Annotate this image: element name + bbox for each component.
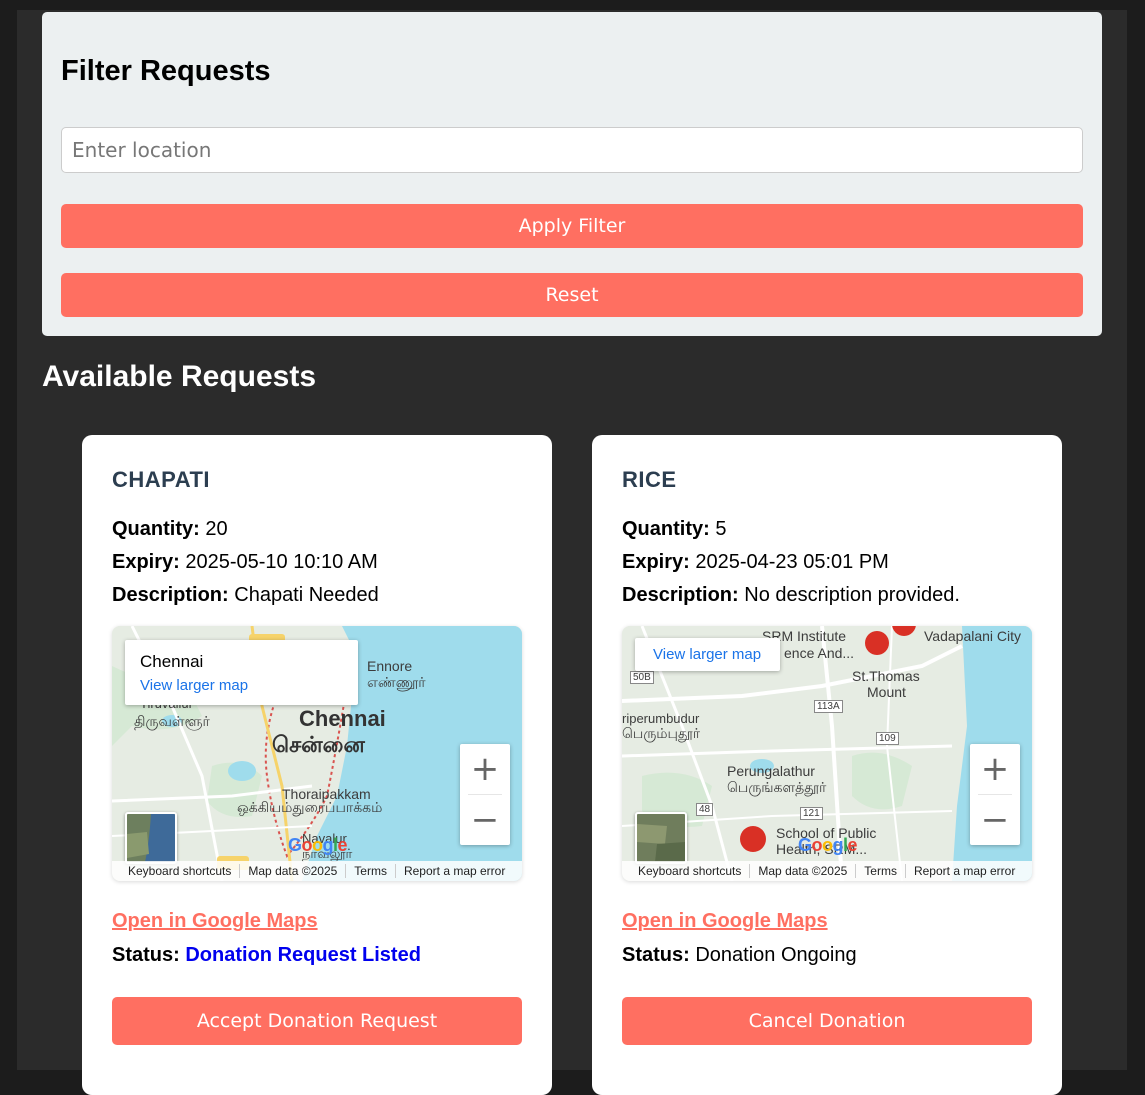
keyboard-shortcuts-link[interactable]: Keyboard shortcuts (112, 864, 241, 878)
view-larger-map-link[interactable]: View larger map (653, 646, 761, 663)
satellite-thumbnail-icon (637, 814, 685, 862)
description-value: Chapati Needed (234, 584, 379, 606)
map-label: ஒக்கியம்துரைப்பாக்கம் (237, 799, 383, 815)
map-label: பெரும்புதூர் (622, 725, 701, 741)
quantity-value: 5 (715, 518, 727, 540)
map-label: சென்னை (272, 732, 365, 757)
reset-button[interactable]: Reset (61, 273, 1083, 317)
open-google-maps-link[interactable]: Open in Google Maps (622, 910, 828, 933)
status-line: Status: Donation Request Listed (112, 944, 421, 967)
expiry-label: Expiry: (112, 551, 180, 573)
road-shield: 121 (800, 807, 823, 820)
map-label: Vadapalani City (924, 628, 1022, 644)
quantity-label: Quantity: (622, 518, 710, 540)
cancel-donation-button[interactable]: Cancel Donation (622, 997, 1032, 1045)
status-label: Status: (112, 944, 180, 966)
map-label: St.Thomas (852, 668, 920, 684)
satellite-toggle[interactable] (125, 812, 177, 864)
status-value: Donation Request Listed (185, 944, 421, 966)
road-shield: 113A (814, 700, 843, 713)
item-name: CHAPATI (112, 467, 211, 492)
map-label: திருவள்ளூர் (134, 713, 210, 729)
zoom-out-button[interactable]: − (460, 795, 510, 845)
map-data-text: Map data ©2025 (750, 864, 857, 878)
map-label: Perungalathur (727, 763, 815, 779)
zoom-in-button[interactable]: + (970, 744, 1020, 794)
map-label: Mount (867, 684, 906, 700)
map-label: riperumbudur (622, 711, 700, 726)
filter-title: Filter Requests (61, 55, 271, 87)
map-embed[interactable]: SRM Institute ence And... Vadapalani Cit… (622, 626, 1032, 881)
description-label: Description: (112, 584, 229, 606)
location-input[interactable] (61, 127, 1083, 173)
map-info-window: View larger map (635, 638, 780, 671)
zoom-controls: + − (460, 744, 510, 845)
expiry-line: Expiry: 2025-04-23 05:01 PM (622, 551, 889, 574)
quantity-line: Quantity: 20 (112, 518, 228, 541)
road-shield: 109 (876, 732, 899, 745)
zoom-out-button[interactable]: − (970, 795, 1020, 845)
status-value: Donation Ongoing (695, 944, 857, 966)
terms-link[interactable]: Terms (856, 864, 906, 878)
map-label: Ennore (367, 658, 413, 674)
map-embed[interactable]: Chennai சென்னை Thoraipakkam ஒக்கியம்துரை… (112, 626, 522, 881)
expiry-value: 2025-05-10 10:10 AM (185, 551, 378, 573)
keyboard-shortcuts-link[interactable]: Keyboard shortcuts (622, 864, 751, 878)
zoom-controls: + − (970, 744, 1020, 845)
google-logo: Google (288, 835, 348, 855)
description-label: Description: (622, 584, 739, 606)
view-larger-map-link[interactable]: View larger map (140, 677, 248, 694)
map-place-name: Chennai (140, 652, 204, 671)
map-label: ence And... (784, 645, 855, 661)
request-card: RICE Quantity: 5 Expiry: 2025-04-23 05:0… (592, 435, 1062, 1095)
request-card: CHAPATI Quantity: 20 Expiry: 2025-05-10 … (82, 435, 552, 1095)
quantity-line: Quantity: 5 (622, 518, 726, 541)
open-google-maps-link[interactable]: Open in Google Maps (112, 910, 318, 933)
map-attribution: Keyboard shortcuts Map data ©2025 Terms … (622, 861, 1032, 881)
description-value: No description provided. (744, 584, 960, 606)
status-label: Status: (622, 944, 690, 966)
road-shield: 50B (630, 671, 654, 684)
item-name: RICE (622, 467, 677, 492)
description-line: Description: Chapati Needed (112, 584, 379, 607)
map-label: Chennai (299, 706, 386, 731)
road-shield: 48 (696, 803, 714, 816)
map-attribution: Keyboard shortcuts Map data ©2025 Terms … (112, 861, 522, 881)
satellite-thumbnail-icon (127, 814, 175, 862)
expiry-line: Expiry: 2025-05-10 10:10 AM (112, 551, 378, 574)
google-logo: Google (798, 835, 858, 855)
expiry-label: Expiry: (622, 551, 690, 573)
terms-link[interactable]: Terms (346, 864, 396, 878)
map-label: பெருங்களத்தூர் (727, 779, 827, 795)
quantity-value: 20 (205, 518, 228, 540)
status-line: Status: Donation Ongoing (622, 944, 857, 967)
map-label: எண்ணூர் (367, 674, 426, 690)
expiry-value: 2025-04-23 05:01 PM (695, 551, 889, 573)
zoom-in-button[interactable]: + (460, 744, 510, 794)
quantity-label: Quantity: (112, 518, 200, 540)
report-map-error-link[interactable]: Report a map error (906, 864, 1023, 878)
accept-donation-request-button[interactable]: Accept Donation Request (112, 997, 522, 1045)
available-requests-title: Available Requests (42, 360, 316, 393)
satellite-toggle[interactable] (635, 812, 687, 864)
map-data-text: Map data ©2025 (240, 864, 347, 878)
description-line: Description: No description provided. (622, 584, 960, 607)
report-map-error-link[interactable]: Report a map error (396, 864, 513, 878)
apply-filter-button[interactable]: Apply Filter (61, 204, 1083, 248)
map-info-window: Chennai View larger map (125, 640, 358, 705)
